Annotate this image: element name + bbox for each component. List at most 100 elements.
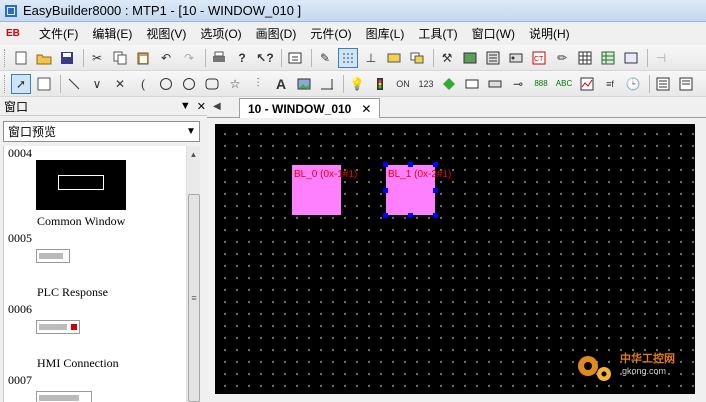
grid-icon[interactable] bbox=[338, 47, 358, 68]
numeric-icon[interactable]: 123 bbox=[416, 74, 436, 94]
rect-fill-icon[interactable] bbox=[317, 74, 337, 94]
resize-handle[interactable] bbox=[408, 213, 413, 218]
chevron-down-icon[interactable]: ▼ bbox=[183, 126, 199, 137]
resize-handle[interactable] bbox=[433, 213, 438, 218]
arc-icon[interactable]: ( bbox=[133, 74, 153, 94]
scroll-icon[interactable] bbox=[621, 48, 641, 68]
resize-handle[interactable] bbox=[433, 188, 438, 193]
resize-handle[interactable] bbox=[383, 213, 388, 218]
tools-icon[interactable]: ⚒ bbox=[437, 48, 457, 68]
layer-icon[interactable] bbox=[407, 48, 427, 68]
star-icon[interactable]: ☆ bbox=[225, 74, 245, 94]
diamond-icon[interactable] bbox=[439, 74, 459, 94]
menu-edit[interactable]: 编辑(E) bbox=[85, 25, 139, 42]
menu-file[interactable]: 文件(F) bbox=[32, 25, 85, 42]
close-line-icon[interactable]: ✕ bbox=[110, 74, 130, 94]
pen-icon[interactable]: ✎ bbox=[315, 48, 335, 68]
menu-view[interactable]: 视图(V) bbox=[139, 25, 193, 42]
plc-icon[interactable]: CT bbox=[529, 48, 549, 68]
slider-icon[interactable]: ⊸ bbox=[508, 74, 528, 94]
trend-icon[interactable] bbox=[577, 74, 597, 94]
table-icon[interactable] bbox=[575, 48, 595, 68]
panel-menu-icon[interactable]: ▼ bbox=[180, 100, 191, 113]
help-icon[interactable]: ? bbox=[232, 48, 252, 68]
panel-close-icon[interactable]: ✕ bbox=[197, 100, 206, 113]
scale-icon[interactable]: ⫶ bbox=[248, 74, 268, 94]
tab-close-icon[interactable]: ✕ bbox=[361, 102, 371, 116]
event-icon[interactable] bbox=[676, 74, 696, 94]
list-item[interactable]: 0006 HMI Connection bbox=[4, 302, 186, 370]
menu-help[interactable]: 说明(H) bbox=[522, 25, 577, 42]
setpoint-icon[interactable]: ABC bbox=[554, 74, 574, 94]
menu-options[interactable]: 选项(O) bbox=[193, 25, 248, 42]
traffic-light-icon[interactable] bbox=[370, 74, 390, 94]
pointer-icon[interactable] bbox=[34, 74, 54, 94]
window-number: 0004 bbox=[8, 146, 32, 160]
resize-handle[interactable] bbox=[383, 188, 388, 193]
tab-window-010[interactable]: 10 - WINDOW_010 ✕ bbox=[239, 98, 381, 118]
menu-window[interactable]: 窗口(W) bbox=[465, 25, 522, 42]
undo-icon[interactable]: ↶ bbox=[156, 48, 176, 68]
bit-lamp-object[interactable]: BL_0 (0x-1#1) bbox=[292, 165, 357, 215]
eb-logo: EB bbox=[6, 27, 20, 39]
list-item[interactable]: 0005 PLC Response bbox=[4, 231, 186, 299]
list-item[interactable]: 0007 bbox=[4, 373, 186, 402]
scroll-up-icon[interactable]: ▲ bbox=[187, 146, 200, 162]
redo-icon[interactable]: ↷ bbox=[179, 48, 199, 68]
window-thumbnail[interactable] bbox=[36, 249, 70, 263]
resize-handle[interactable] bbox=[408, 162, 413, 167]
select-icon[interactable]: ➚ bbox=[11, 73, 31, 94]
function-icon[interactable]: ≡f bbox=[600, 74, 620, 94]
tab-scroll-left-icon[interactable]: ◀ bbox=[213, 101, 221, 112]
clock-icon[interactable]: 🕒 bbox=[623, 74, 643, 94]
resize-handle[interactable] bbox=[383, 162, 388, 167]
resize-handle[interactable] bbox=[433, 162, 438, 167]
panel-scrollbar[interactable]: ▲ ≡ bbox=[186, 146, 200, 402]
menu-draw[interactable]: 画图(D) bbox=[249, 25, 304, 42]
screen-icon[interactable] bbox=[483, 48, 503, 68]
cut-icon[interactable]: ✂ bbox=[87, 48, 107, 68]
open-icon[interactable] bbox=[34, 48, 54, 68]
print-icon[interactable] bbox=[209, 48, 229, 68]
menu-objects[interactable]: 元件(O) bbox=[303, 25, 358, 42]
component-icon[interactable] bbox=[506, 48, 526, 68]
paste-icon[interactable] bbox=[133, 48, 153, 68]
shape-icon[interactable] bbox=[202, 74, 222, 94]
ascii-icon[interactable] bbox=[462, 74, 482, 94]
text-icon[interactable]: A bbox=[271, 74, 291, 94]
copy-icon[interactable] bbox=[110, 48, 130, 68]
compile-icon[interactable] bbox=[285, 48, 305, 68]
title-bar: EasyBuilder8000 : MTP1 - [10 - WINDOW_01… bbox=[0, 0, 706, 22]
scroll-thumb[interactable]: ≡ bbox=[188, 194, 200, 402]
save-icon[interactable] bbox=[57, 48, 77, 68]
line-icon[interactable] bbox=[64, 74, 84, 94]
window-preview-dropdown[interactable]: 窗口预览 ▼ bbox=[3, 121, 200, 142]
new-icon[interactable] bbox=[11, 48, 31, 68]
bit-lamp-object[interactable]: BL_1 (0x-2#1) bbox=[386, 165, 451, 215]
rounded-rect-icon[interactable] bbox=[179, 74, 199, 94]
menu-library[interactable]: 图库(L) bbox=[359, 25, 412, 42]
svg-text:CT: CT bbox=[534, 56, 544, 63]
keyboard-icon[interactable] bbox=[485, 74, 505, 94]
window-thumbnail[interactable] bbox=[36, 160, 126, 210]
window-thumbnail[interactable] bbox=[36, 320, 80, 334]
display-icon[interactable]: 888 bbox=[531, 74, 551, 94]
toolbar-grip[interactable] bbox=[4, 48, 7, 67]
edit-icon[interactable]: ✏ bbox=[552, 48, 572, 68]
polyline-icon[interactable]: ∨ bbox=[87, 74, 107, 94]
bulb-icon[interactable]: 💡 bbox=[347, 74, 367, 94]
alarm-icon[interactable] bbox=[653, 74, 673, 94]
database-icon[interactable] bbox=[598, 48, 618, 68]
more-icon[interactable]: ⊣ bbox=[651, 48, 671, 68]
object-icon[interactable] bbox=[460, 48, 480, 68]
align-icon[interactable]: ⊥ bbox=[361, 48, 381, 68]
list-item[interactable]: 0004 Common Window bbox=[4, 146, 186, 228]
window-thumbnail[interactable] bbox=[36, 391, 92, 402]
circle-icon[interactable] bbox=[156, 74, 176, 94]
rectangle-icon[interactable] bbox=[384, 48, 404, 68]
toolbar-grip[interactable] bbox=[4, 74, 7, 93]
menu-tools[interactable]: 工具(T) bbox=[411, 25, 464, 42]
image-icon[interactable] bbox=[294, 74, 314, 94]
context-help-icon[interactable]: ↖? bbox=[255, 48, 275, 68]
toggle-icon[interactable]: ON bbox=[393, 74, 413, 94]
